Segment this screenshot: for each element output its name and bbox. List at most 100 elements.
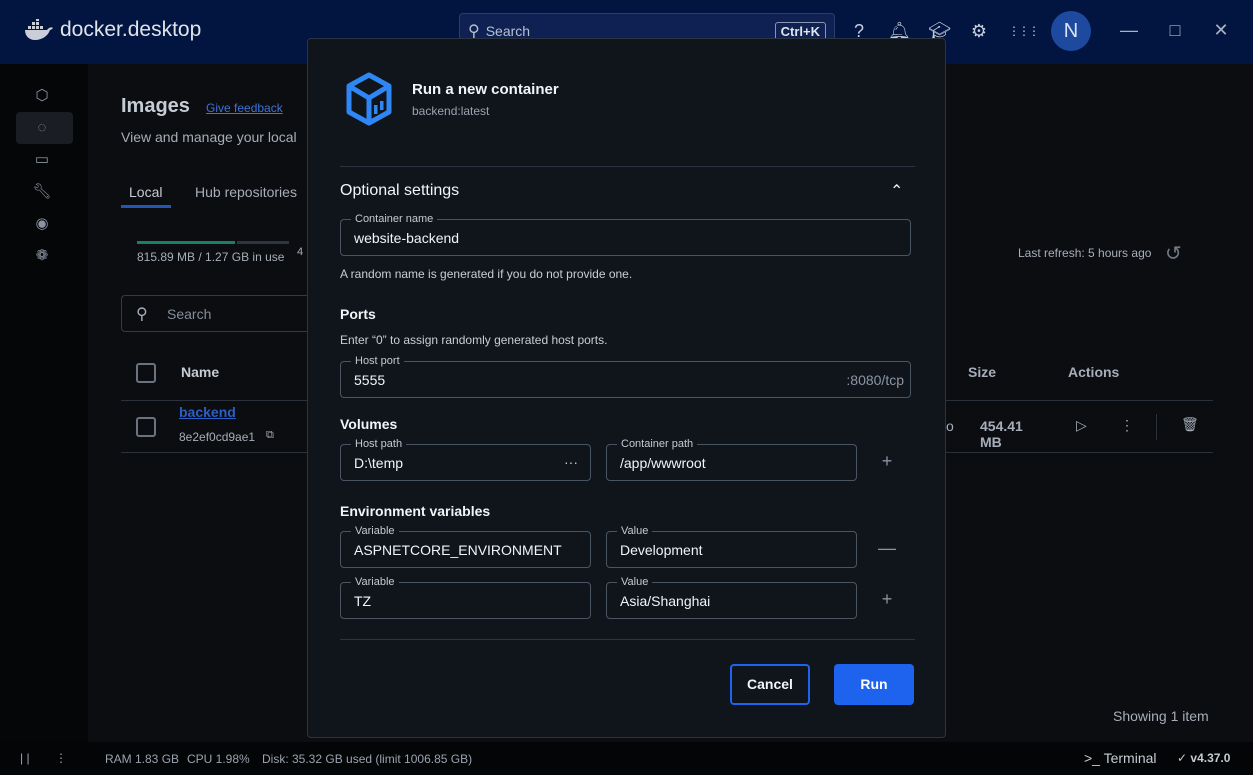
- search-placeholder: Search: [167, 306, 212, 322]
- env-heading: Environment variables: [340, 503, 491, 519]
- gear-icon[interactable]: ⚙: [968, 20, 990, 42]
- images-icon[interactable]: ◌: [30, 116, 54, 140]
- divider: [340, 639, 915, 640]
- host-path-input[interactable]: Host path D:\temp ···: [340, 437, 591, 481]
- extensions-icon[interactable]: ❁: [30, 244, 54, 268]
- give-feedback-link[interactable]: Give feedback: [206, 101, 283, 115]
- maximize-icon[interactable]: □: [1165, 20, 1185, 41]
- ports-heading: Ports: [340, 306, 376, 322]
- search-placeholder: Search: [485, 23, 531, 39]
- cancel-button[interactable]: Cancel: [730, 664, 810, 705]
- containers-icon[interactable]: ⬡: [30, 84, 54, 108]
- image-tag: backend:latest: [412, 104, 490, 118]
- usage-bar-used: [137, 241, 235, 244]
- field-value[interactable]: /app/wwwroot: [620, 455, 706, 471]
- field-label: Container name: [351, 212, 438, 226]
- image-name-link[interactable]: backend: [179, 404, 236, 420]
- select-all-checkbox[interactable]: [136, 363, 156, 383]
- avatar[interactable]: N: [1051, 11, 1091, 51]
- optional-settings-heading[interactable]: Optional settings: [340, 182, 459, 200]
- builds-wrench-icon[interactable]: 🔧︎: [30, 180, 54, 204]
- logo-text-desktop: desktop: [127, 18, 202, 41]
- volumes-icon[interactable]: ▭: [30, 148, 54, 172]
- field-value[interactable]: ASPNETCORE_ENVIRONMENT: [354, 542, 562, 558]
- more-options-icon[interactable]: ⋮: [1120, 417, 1134, 434]
- image-id: 8e2ef0cd9ae1: [179, 430, 256, 444]
- tab-indicator: [121, 205, 171, 208]
- terminal-label: Terminal: [1103, 750, 1157, 766]
- terminal-button[interactable]: >_ Terminal: [1084, 750, 1157, 766]
- field-value[interactable]: TZ: [354, 593, 371, 609]
- close-icon[interactable]: ✕: [1211, 20, 1231, 41]
- run-container-dialog: Run a new container backend:latest Optio…: [307, 38, 946, 738]
- field-label: Value: [617, 575, 653, 589]
- logo-text-docker: docker: [60, 18, 122, 41]
- field-label: Variable: [351, 575, 399, 589]
- ports-help: Enter “0” to assign randomly generated h…: [340, 333, 608, 347]
- remove-env-minus-icon[interactable]: —: [878, 538, 896, 559]
- disk-usage: Disk: 35.32 GB used (limit 1006.85 GB): [262, 752, 473, 766]
- image-size: 454.41 MB: [980, 418, 1023, 450]
- docker-whale-icon: [25, 19, 53, 40]
- browse-button[interactable]: ···: [564, 454, 578, 470]
- tab-hub-repositories[interactable]: Hub repositories: [195, 184, 297, 200]
- row-checkbox[interactable]: [136, 417, 156, 437]
- field-label: Host path: [351, 437, 407, 451]
- check-icon: ✓: [1177, 751, 1188, 765]
- field-label: Value: [617, 524, 653, 538]
- copy-icon[interactable]: ⧉: [266, 429, 274, 442]
- usage-text: 815.89 MB / 1.27 GB in use: [137, 250, 285, 264]
- column-size[interactable]: Size: [968, 364, 996, 380]
- field-label: Container path: [617, 437, 698, 451]
- dialog-title: Run a new container: [412, 81, 559, 98]
- images-search-input[interactable]: ⚲ Search: [121, 295, 321, 332]
- partial-text: o: [946, 418, 954, 434]
- divider: [1156, 414, 1157, 440]
- usage-extra: 4: [297, 246, 304, 258]
- version-text: v4.37.0: [1190, 751, 1231, 765]
- field-label: Host port: [351, 354, 404, 368]
- env-value-input[interactable]: Value Asia/Shanghai: [606, 575, 857, 619]
- container-path-input[interactable]: Container path /app/wwwroot: [606, 437, 857, 481]
- run-button[interactable]: Run: [834, 664, 914, 705]
- field-value[interactable]: D:\temp: [354, 455, 403, 471]
- field-value[interactable]: Asia/Shanghai: [620, 593, 710, 609]
- search-icon: ⚲: [136, 306, 148, 323]
- field-value[interactable]: 5555: [354, 372, 385, 388]
- run-play-icon[interactable]: ▷: [1076, 417, 1087, 434]
- tab-local[interactable]: Local: [129, 184, 162, 200]
- field-label: Variable: [351, 524, 399, 538]
- host-port-input[interactable]: Host port 5555 :8080/tcp: [340, 354, 911, 398]
- cpu-usage: CPU 1.98%: [187, 752, 250, 766]
- container-name-input[interactable]: Container name website-backend: [340, 212, 911, 256]
- column-actions: Actions: [1068, 364, 1120, 380]
- divider: [340, 166, 915, 167]
- env-variable-input[interactable]: Variable TZ: [340, 575, 591, 619]
- add-env-plus-icon[interactable]: +: [878, 589, 896, 610]
- version-badge: ✓ v4.37.0: [1177, 751, 1230, 765]
- pause-icon[interactable]: | |: [20, 751, 30, 765]
- last-refresh: Last refresh: 5 hours ago: [1018, 246, 1152, 260]
- showing-count: Showing 1 item: [1113, 708, 1209, 724]
- container-port-suffix: :8080/tcp: [846, 372, 904, 388]
- terminal-icon: >_: [1084, 750, 1100, 766]
- container-cube-icon: [346, 72, 392, 126]
- usage-bar-total: [237, 241, 289, 244]
- env-variable-input[interactable]: Variable ASPNETCORE_ENVIRONMENT: [340, 524, 591, 568]
- scout-icon[interactable]: ◉: [30, 212, 54, 236]
- env-value-input[interactable]: Value Development: [606, 524, 857, 568]
- status-bar: | | ⋮ RAM 1.83 GB CPU 1.98% Disk: 35.32 …: [0, 742, 1253, 775]
- field-value[interactable]: Development: [620, 542, 703, 558]
- apps-grid-icon[interactable]: ⋮⋮⋮: [1008, 20, 1040, 42]
- page-subtitle: View and manage your local: [121, 129, 297, 145]
- refresh-icon[interactable]: ↺: [1165, 241, 1182, 266]
- minimize-icon[interactable]: —: [1119, 20, 1139, 41]
- docker-logo: docker.desktop: [24, 18, 201, 42]
- add-volume-plus-icon[interactable]: +: [878, 451, 896, 472]
- volumes-heading: Volumes: [340, 416, 398, 432]
- column-name[interactable]: Name: [181, 364, 219, 380]
- chevron-up-icon[interactable]: ⌃: [890, 181, 903, 201]
- field-value[interactable]: website-backend: [354, 230, 459, 246]
- more-icon[interactable]: ⋮: [55, 751, 67, 765]
- trash-icon[interactable]: 🗑︎: [1181, 416, 1199, 433]
